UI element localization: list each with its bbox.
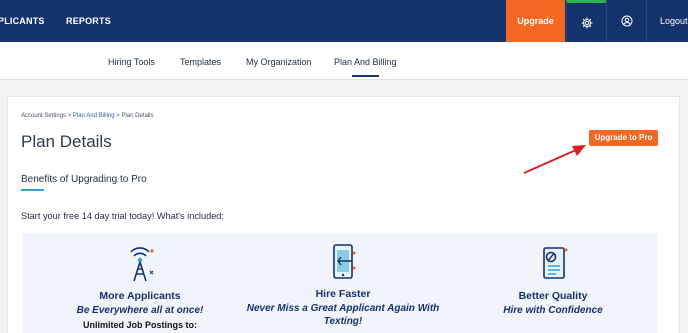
broadcast-tower-icon <box>130 247 154 282</box>
page-title: Plan Details <box>21 132 112 151</box>
features-panel: More Applicants Be Everywhere all at onc… <box>23 233 657 333</box>
upgrade-button[interactable]: Upgrade <box>506 0 565 42</box>
nav-reports[interactable]: REPORTS <box>66 0 111 42</box>
breadcrumb-separator: > <box>67 113 72 119</box>
breadcrumb-plan-and-billing[interactable]: Plan And Billing <box>73 113 115 119</box>
plan-details-card: Account Settings > Plan And Billing > Pl… <box>7 96 680 333</box>
quality-document-icon <box>543 247 568 279</box>
feature-title: Better Quality <box>518 290 588 302</box>
tab-my-organization[interactable]: My Organization <box>246 42 312 80</box>
heading-underline <box>21 189 44 191</box>
tab-plan-and-billing[interactable]: Plan And Billing <box>334 42 397 80</box>
settings-subnav: Hiring Tools Templates My Organization P… <box>0 42 688 80</box>
feature-subtitle: Be Everywhere all at once! <box>76 305 204 316</box>
feature-more-applicants: More Applicants Be Everywhere all at onc… <box>65 233 215 330</box>
annotation-arrow-icon <box>523 145 586 174</box>
upgrade-to-pro-button[interactable]: Upgrade to Pro <box>589 130 658 146</box>
nav-applicants[interactable]: PLICANTS <box>0 0 45 42</box>
feature-better-quality: Better Quality Hire with Confidence <box>478 233 628 316</box>
feature-subtitle-continued: Texting! <box>323 316 363 327</box>
settings-button[interactable] <box>566 0 606 42</box>
breadcrumb: Account Settings > Plan And Billing > Pl… <box>21 113 153 119</box>
mobile-notification-icon <box>333 244 356 279</box>
feature-subtitle: Never Miss a Great Applicant Again With <box>246 303 440 314</box>
feature-subtitle: Hire with Confidence <box>503 305 603 316</box>
breadcrumb-separator: > <box>116 113 120 119</box>
trial-description: Start your free 14 day trial today! What… <box>21 211 224 221</box>
user-circle-icon <box>621 15 632 27</box>
gear-icon <box>580 16 593 29</box>
benefits-heading: Benefits of Upgrading to Pro <box>21 174 147 185</box>
breadcrumb-plan-details: Plan Details <box>121 113 154 119</box>
feature-title: Hire Faster <box>315 288 371 300</box>
tab-hiring-tools[interactable]: Hiring Tools <box>108 42 155 80</box>
feature-detail: Unlimited Job Postings to: <box>83 320 197 330</box>
tab-templates[interactable]: Templates <box>180 42 221 80</box>
feature-title: More Applicants <box>99 290 181 302</box>
profile-button[interactable] <box>606 0 646 42</box>
top-navigation-bar: PLICANTS REPORTS Upgrade Logout <box>0 0 688 42</box>
feature-hire-faster: Hire Faster Never Miss a Great Applicant… <box>238 233 448 327</box>
breadcrumb-account-settings[interactable]: Account Settings <box>21 113 66 119</box>
logout-button[interactable]: Logout <box>646 0 688 42</box>
